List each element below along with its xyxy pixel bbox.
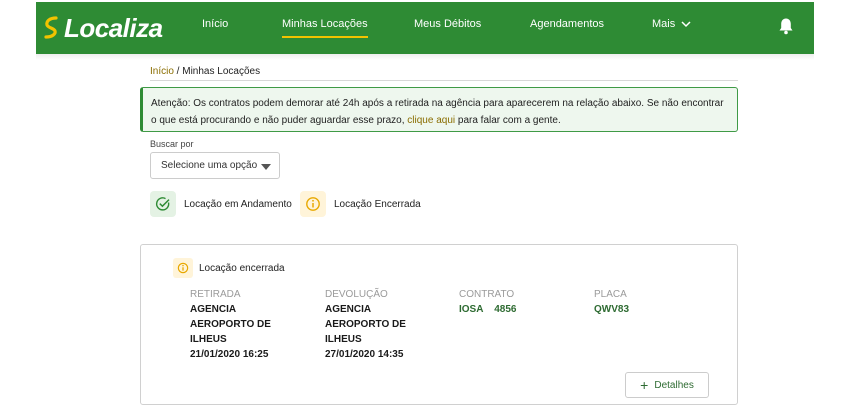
search-filter-select[interactable]: Selecione uma opção — [150, 152, 280, 179]
nav-item-agendamentos[interactable]: Agendamentos — [530, 18, 604, 30]
contract-label: CONTRATO — [459, 289, 515, 300]
caret-down-icon — [261, 164, 271, 170]
nav-item-mais[interactable]: Mais — [652, 18, 691, 30]
legend-closed-badge — [300, 191, 326, 217]
rental-status-badge — [173, 258, 193, 278]
localiza-logo[interactable]: Localiza — [42, 12, 163, 44]
legend-in-progress-label: Locação em Andamento — [184, 198, 292, 210]
pickup-place-line-2: AEROPORTO DE — [190, 319, 271, 330]
attention-alert: Atenção: Os contratos podem demorar até … — [140, 87, 738, 132]
plus-icon: + — [640, 377, 649, 393]
info-circle-icon — [177, 262, 189, 274]
legend-in-progress-badge — [150, 191, 176, 217]
header-shadow — [36, 54, 814, 60]
page: Localiza Início Minhas Locações Meus Déb… — [0, 0, 850, 409]
breadcrumb-divider — [150, 80, 738, 81]
breadcrumb-home-link[interactable]: Início — [150, 66, 174, 77]
plate-column: PLACA QWV83 — [594, 287, 629, 317]
bell-icon[interactable] — [778, 17, 794, 35]
plate-value: QWV83 — [594, 304, 630, 315]
check-circle-icon — [155, 197, 170, 211]
logo-text: Localiza — [64, 12, 163, 43]
rental-status-label: Locação encerrada — [199, 262, 285, 274]
select-value: Selecione uma opção — [161, 160, 258, 171]
logo-mark-icon — [44, 16, 58, 39]
return-place-line-3: ILHEUS — [325, 334, 362, 345]
nav-item-meus-debitos[interactable]: Meus Débitos — [414, 18, 481, 30]
details-button[interactable]: + Detalhes — [625, 372, 709, 398]
pickup-date: 21/01/2020 16:25 — [190, 349, 269, 360]
pickup-column: RETIRADA AGENCIA AEROPORTO DE ILHEUS 21/… — [190, 287, 271, 362]
return-column: DEVOLUÇÃO AGENCIA AEROPORTO DE ILHEUS 27… — [325, 287, 406, 362]
contract-value: IOSA 4856 — [459, 304, 517, 315]
rental-status: Locação encerrada — [173, 258, 285, 278]
nav-item-minhas-locacoes[interactable]: Minhas Locações — [282, 18, 368, 38]
info-circle-icon — [306, 197, 320, 211]
chevron-down-icon — [681, 20, 691, 27]
pickup-place-line-3: ILHEUS — [190, 334, 227, 345]
legend-closed-label: Locação Encerrada — [334, 198, 421, 210]
return-label: DEVOLUÇÃO — [325, 289, 388, 300]
breadcrumb-current: Minhas Locações — [182, 66, 261, 77]
nav-item-mais-label: Mais — [652, 18, 676, 30]
details-button-label: Detalhes — [654, 379, 694, 391]
top-navigation-bar: Localiza Início Minhas Locações Meus Déb… — [36, 2, 814, 54]
contract-column: CONTRATO IOSA 4856 — [459, 287, 516, 317]
search-label: Buscar por — [150, 139, 194, 149]
breadcrumb: Início / Minhas Locações — [150, 66, 260, 77]
return-place-line-1: AGENCIA — [325, 304, 372, 315]
alert-link[interactable]: clique aqui — [407, 115, 455, 126]
nav-item-inicio[interactable]: Início — [202, 18, 228, 30]
breadcrumb-separator: / — [173, 66, 183, 77]
return-place-line-2: AEROPORTO DE — [325, 319, 406, 330]
pickup-place-line-1: AGENCIA — [190, 304, 237, 315]
pickup-label: RETIRADA — [190, 289, 241, 300]
legend-closed: Locação Encerrada — [300, 191, 421, 217]
alert-text-end: para falar com a gente. — [455, 115, 561, 126]
plate-label: PLACA — [594, 289, 627, 300]
legend-in-progress: Locação em Andamento — [150, 191, 292, 217]
return-date: 27/01/2020 14:35 — [325, 349, 404, 360]
rental-card: Locação encerrada RETIRADA AGENCIA AEROP… — [140, 244, 738, 405]
